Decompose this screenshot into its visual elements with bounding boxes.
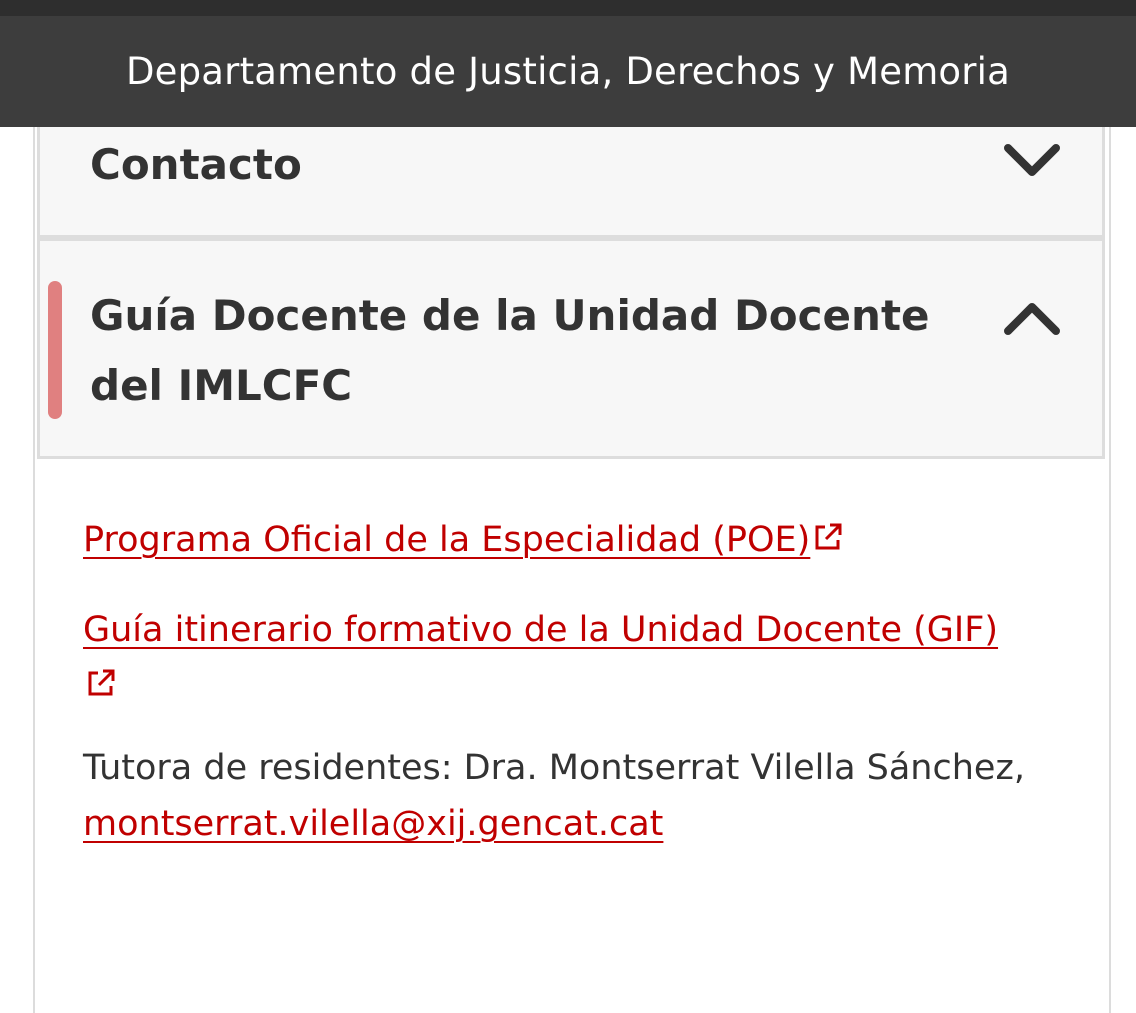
external-link-icon[interactable] [812, 521, 844, 553]
gif-link-text: Guía itinerario formativo de la Unidad D… [83, 610, 999, 650]
accordion-content: Programa Oficial de la Especialidad (POE… [83, 512, 1093, 886]
gif-link[interactable]: Guía itinerario formativo de la Unidad D… [83, 610, 998, 650]
accordion-title-contacto: Contacto [90, 140, 302, 189]
poe-paragraph: Programa Oficial de la Especialidad (POE… [83, 512, 1093, 568]
tutor-paragraph: Tutora de residentes: Dra. Montserrat Vi… [83, 740, 1093, 852]
tutor-email-link[interactable]: montserrat.vilella@xij.gencat.cat [83, 804, 663, 844]
accordion-item-contacto[interactable]: Contacto [37, 117, 1105, 238]
active-indicator [48, 281, 62, 419]
tutor-text: Tutora de residentes: Dra. Montserrat Vi… [83, 748, 1025, 788]
chevron-down-icon[interactable] [1002, 140, 1062, 180]
gif-paragraph: Guía itinerario formativo de la Unidad D… [83, 602, 1093, 714]
header-title: Departamento de Justicia, Derechos y Mem… [125, 50, 1011, 93]
poe-link-text: Programa Oficial de la Especialidad (POE… [83, 520, 811, 560]
external-link-icon[interactable] [85, 667, 117, 699]
top-strip [0, 0, 1136, 16]
accordion-item-guia-docente[interactable]: Guía Docente de la Unidad Docente del IM… [37, 238, 1105, 459]
site-header: Departamento de Justicia, Derechos y Mem… [0, 16, 1136, 127]
poe-link[interactable]: Programa Oficial de la Especialidad (POE… [83, 520, 810, 560]
accordion-panel: Contacto Guía Docente de la Unidad Docen… [33, 117, 1111, 1013]
chevron-up-icon[interactable] [1002, 299, 1062, 339]
accordion-title-guia-docente: Guía Docente de la Unidad Docente del IM… [90, 291, 930, 410]
